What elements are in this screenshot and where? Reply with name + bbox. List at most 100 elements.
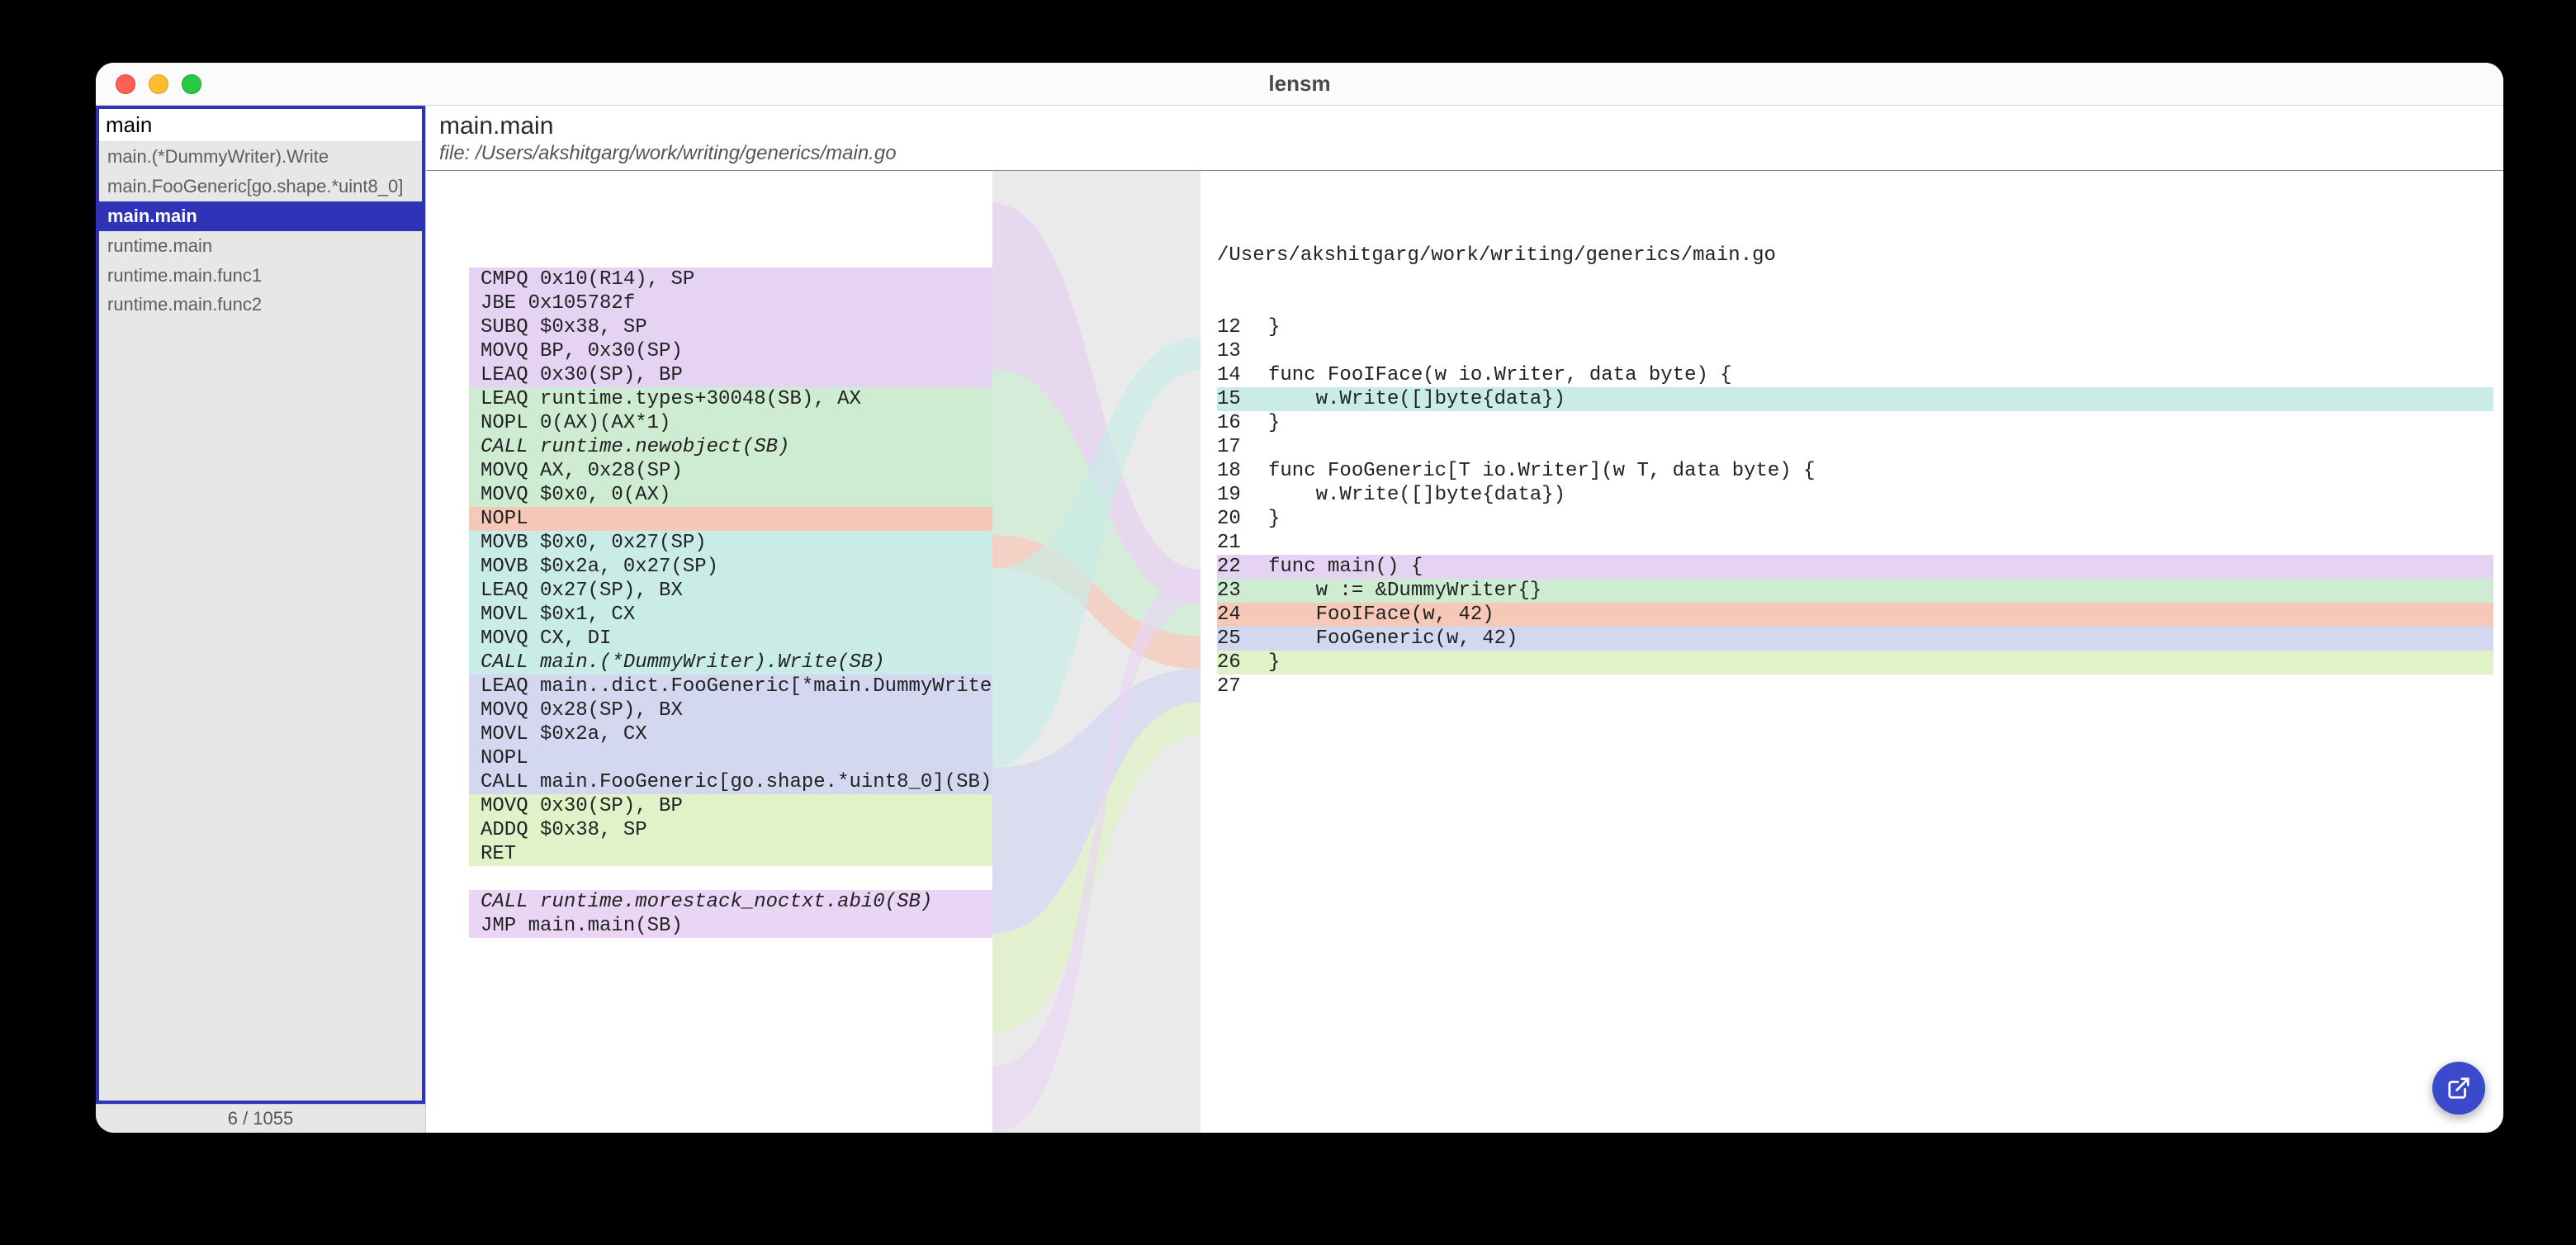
- source-line[interactable]: 22func main() {: [1217, 555, 2493, 579]
- asm-line[interactable]: MOVQ CX, DI: [469, 627, 992, 651]
- source-code: FooIFace(w, 42): [1268, 603, 2493, 627]
- connector-gutter: [992, 171, 1200, 1133]
- source-path: /Users/akshitgarg/work/writing/generics/…: [1217, 244, 2493, 267]
- asm-line[interactable]: CALL main.(*DummyWriter).Write(SB): [469, 651, 992, 675]
- source-line[interactable]: 17: [1217, 435, 2493, 459]
- asm-line[interactable]: LEAQ main..dict.FooGeneric[*main.DummyWr…: [469, 675, 992, 698]
- open-external-icon: [2446, 1076, 2471, 1101]
- source-code: }: [1268, 411, 2493, 435]
- source-code: }: [1268, 315, 2493, 339]
- asm-line[interactable]: NOPL 0(AX)(AX*1): [469, 411, 992, 435]
- source-line[interactable]: 26}: [1217, 651, 2493, 675]
- line-number: 24: [1217, 603, 1268, 627]
- list-item[interactable]: runtime.main.func1: [99, 261, 422, 291]
- list-item[interactable]: runtime.main: [99, 231, 422, 261]
- main-header: main.main file: /Users/akshitgarg/work/w…: [426, 106, 2503, 171]
- asm-line[interactable]: RET: [469, 842, 992, 866]
- source-code: func FooIFace(w io.Writer, data byte) {: [1268, 363, 2493, 387]
- source-line[interactable]: 19 w.Write([]byte{data}): [1217, 483, 2493, 507]
- asm-line[interactable]: LEAQ 0x27(SP), BX: [469, 579, 992, 603]
- source-line[interactable]: 14func FooIFace(w io.Writer, data byte) …: [1217, 363, 2493, 387]
- main: main.main file: /Users/akshitgarg/work/w…: [426, 106, 2503, 1133]
- line-number: 23: [1217, 579, 1268, 603]
- list-item[interactable]: main.main: [99, 201, 422, 231]
- asm-line[interactable]: NOPL: [469, 507, 992, 531]
- source-line[interactable]: 21: [1217, 531, 2493, 555]
- asm-line[interactable]: JMP main.main(SB): [469, 914, 992, 938]
- source-line[interactable]: 23 w := &DummyWriter{}: [1217, 579, 2493, 603]
- source-code: w := &DummyWriter{}: [1268, 579, 2493, 603]
- asm-line[interactable]: MOVQ BP, 0x30(SP): [469, 339, 992, 363]
- source-code: [1268, 435, 2493, 459]
- list-item[interactable]: runtime.main.func2: [99, 290, 422, 320]
- asm-line[interactable]: CALL runtime.morestack_noctxt.abi0(SB): [469, 890, 992, 914]
- list-item[interactable]: main.FooGeneric[go.shape.*uint8_0]: [99, 172, 422, 201]
- line-number: 19: [1217, 483, 1268, 507]
- function-list[interactable]: main.(*DummyWriter).Write main.FooGeneri…: [99, 142, 422, 1101]
- source-line[interactable]: 24 FooIFace(w, 42): [1217, 603, 2493, 627]
- asm-line[interactable]: NOPL: [469, 746, 992, 770]
- line-number: 27: [1217, 675, 1268, 698]
- source-code: func main() {: [1268, 555, 2493, 579]
- source-line[interactable]: 20}: [1217, 507, 2493, 531]
- asm-line[interactable]: SUBQ $0x38, SP: [469, 315, 992, 339]
- connector-ribbons: [992, 171, 1200, 1133]
- source-line[interactable]: 25 FooGeneric(w, 42): [1217, 627, 2493, 651]
- line-number: 21: [1217, 531, 1268, 555]
- source-line[interactable]: 16}: [1217, 411, 2493, 435]
- asm-line[interactable]: MOVB $0x0, 0x27(SP): [469, 531, 992, 555]
- source-line[interactable]: 27: [1217, 675, 2493, 698]
- line-number: 17: [1217, 435, 1268, 459]
- asm-line[interactable]: MOVL $0x2a, CX: [469, 722, 992, 746]
- asm-line[interactable]: CMPQ 0x10(R14), SP: [469, 267, 992, 291]
- line-number: 20: [1217, 507, 1268, 531]
- line-number: 26: [1217, 651, 1268, 675]
- asm-line[interactable]: MOVQ 0x30(SP), BP: [469, 794, 992, 818]
- source-code: [1268, 339, 2493, 363]
- asm-line[interactable]: JBE 0x105782f: [469, 291, 992, 315]
- source-code: [1268, 531, 2493, 555]
- asm-line[interactable]: CALL main.FooGeneric[go.shape.*uint8_0](…: [469, 770, 992, 794]
- asm-line[interactable]: MOVQ 0x28(SP), BX: [469, 698, 992, 722]
- asm-line[interactable]: LEAQ runtime.types+30048(SB), AX: [469, 387, 992, 411]
- asm-line[interactable]: MOVL $0x1, CX: [469, 603, 992, 627]
- source-code: w.Write([]byte{data}): [1268, 483, 2493, 507]
- panes: CMPQ 0x10(R14), SPJBE 0x105782fSUBQ $0x3…: [426, 171, 2503, 1133]
- asm-line[interactable]: CALL runtime.newobject(SB): [469, 435, 992, 459]
- asm-line[interactable]: MOVB $0x2a, 0x27(SP): [469, 555, 992, 579]
- app-window: lensm main.(*DummyWriter).Write main.Foo…: [96, 63, 2503, 1133]
- source-code: [1268, 675, 2493, 698]
- line-number: 13: [1217, 339, 1268, 363]
- search-input[interactable]: [99, 109, 422, 142]
- line-number: 16: [1217, 411, 1268, 435]
- line-number: 22: [1217, 555, 1268, 579]
- source-code: FooGeneric(w, 42): [1268, 627, 2493, 651]
- open-external-button[interactable]: [2432, 1062, 2485, 1115]
- window-title: lensm: [96, 71, 2503, 97]
- line-number: 12: [1217, 315, 1268, 339]
- source-line[interactable]: 12}: [1217, 315, 2493, 339]
- line-number: 25: [1217, 627, 1268, 651]
- search-wrap: main.(*DummyWriter).Write main.FooGeneri…: [96, 106, 425, 1104]
- source-line[interactable]: 15 w.Write([]byte{data}): [1217, 387, 2493, 411]
- body: main.(*DummyWriter).Write main.FooGeneri…: [96, 106, 2503, 1133]
- source-pane[interactable]: /Users/akshitgarg/work/writing/generics/…: [1200, 171, 2503, 1133]
- line-number: 18: [1217, 459, 1268, 483]
- source-code: func FooGeneric[T io.Writer](w T, data b…: [1268, 459, 2493, 483]
- asm-line[interactable]: LEAQ 0x30(SP), BP: [469, 363, 992, 387]
- source-code: }: [1268, 507, 2493, 531]
- asm-line[interactable]: ADDQ $0x38, SP: [469, 818, 992, 842]
- titlebar: lensm: [96, 63, 2503, 106]
- sidebar-status: 6 / 1055: [96, 1104, 425, 1133]
- file-path-label: file: /Users/akshitgarg/work/writing/gen…: [439, 142, 2490, 165]
- source-line[interactable]: 13: [1217, 339, 2493, 363]
- list-item[interactable]: main.(*DummyWriter).Write: [99, 142, 422, 172]
- asm-line[interactable]: [469, 866, 992, 890]
- line-number: 14: [1217, 363, 1268, 387]
- source-line[interactable]: 18func FooGeneric[T io.Writer](w T, data…: [1217, 459, 2493, 483]
- asm-line[interactable]: MOVQ AX, 0x28(SP): [469, 459, 992, 483]
- sidebar: main.(*DummyWriter).Write main.FooGeneri…: [96, 106, 426, 1133]
- source-code: w.Write([]byte{data}): [1268, 387, 2493, 411]
- asm-line[interactable]: MOVQ $0x0, 0(AX): [469, 483, 992, 507]
- assembly-pane[interactable]: CMPQ 0x10(R14), SPJBE 0x105782fSUBQ $0x3…: [426, 171, 992, 1133]
